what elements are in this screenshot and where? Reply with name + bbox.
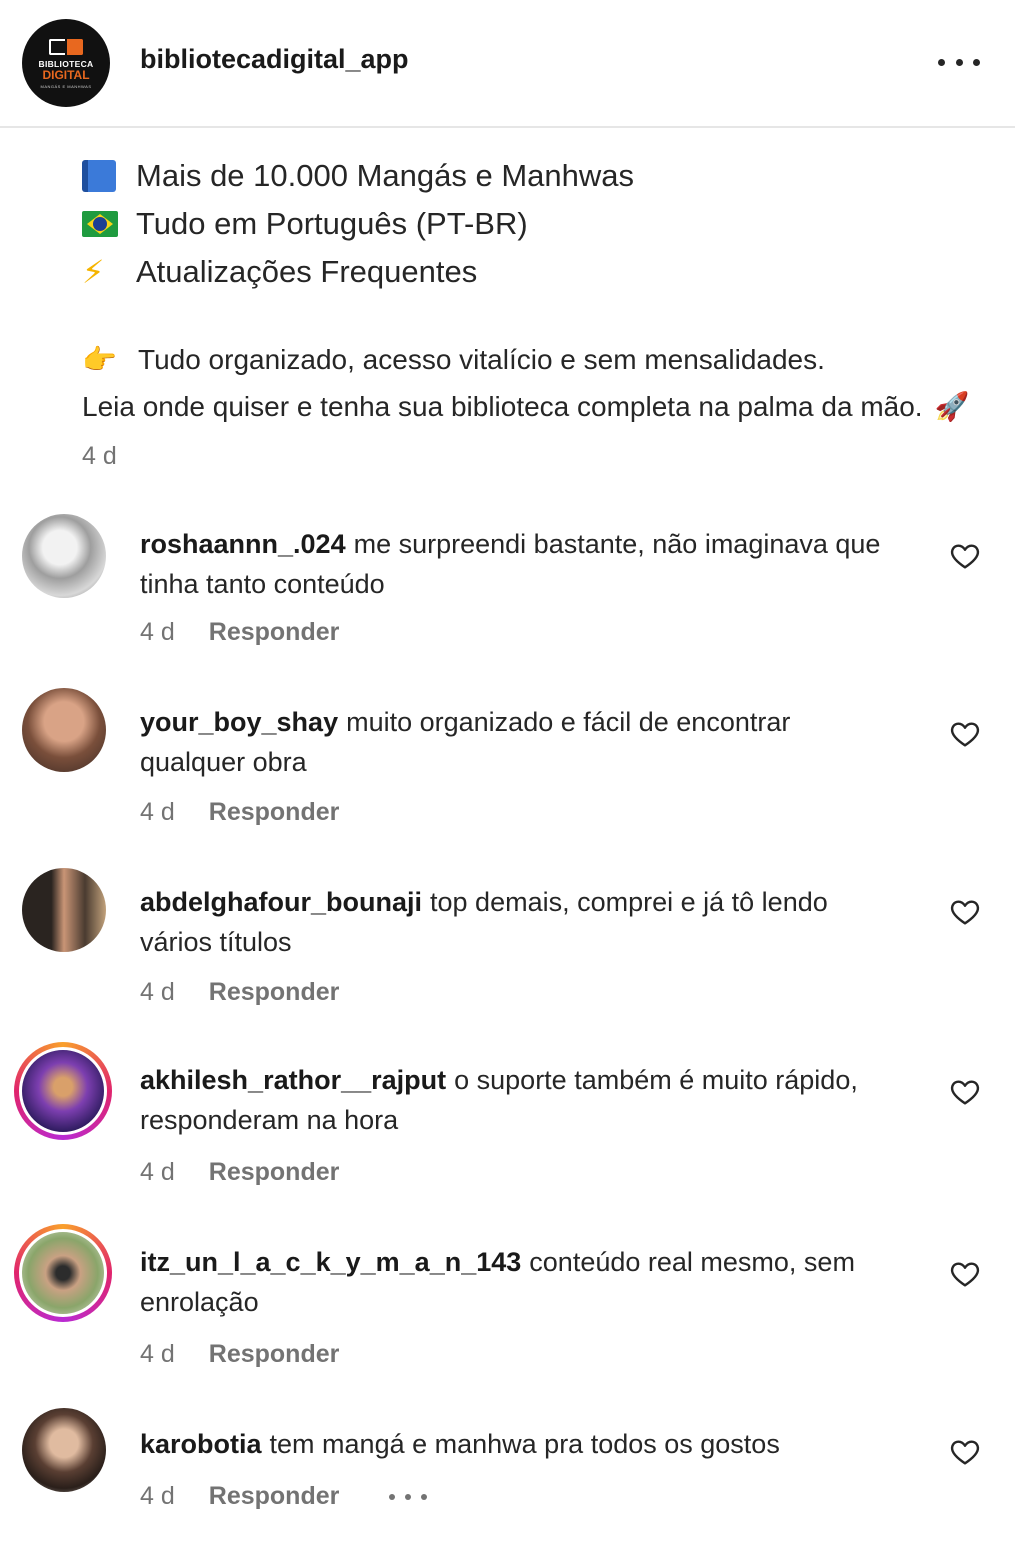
caption-text: Atualizações Frequentes	[136, 254, 478, 289]
commenter-avatar[interactable]	[22, 868, 106, 952]
comment-timestamp: 4 d	[140, 618, 175, 646]
comment-meta: 4 d Responder	[140, 798, 339, 827]
heart-outline-icon[interactable]	[948, 540, 982, 572]
commenter-avatar[interactable]	[22, 514, 106, 598]
commenter-avatar	[19, 1047, 107, 1135]
commenter-avatar[interactable]	[22, 1408, 106, 1492]
comment-timestamp: 4 d	[140, 1340, 175, 1368]
comment-body: itz_un_l_a_c_k_y_m_a_n_143 conteúdo real …	[140, 1242, 900, 1322]
caption-paragraph-text: Leia onde quiser e tenha sua biblioteca …	[82, 390, 923, 422]
caption-paragraph-line: 👉 Tudo organizado, acesso vitalício e se…	[82, 336, 969, 383]
comment-body: your_boy_shay muito organizado e fácil de…	[140, 702, 900, 782]
comment-meta: 4 d Responder	[140, 1158, 339, 1187]
caption-paragraph-text: Tudo organizado, acesso vitalício e sem …	[138, 343, 825, 375]
comment-username[interactable]: itz_un_l_a_c_k_y_m_a_n_143	[140, 1247, 521, 1277]
profile-avatar-logo[interactable]: BIBLIOTECA DIGITAL MANGÁS E MANHWAS	[22, 19, 110, 107]
comment-username[interactable]: akhilesh_rathor__rajput	[140, 1065, 446, 1095]
open-book-icon	[49, 37, 83, 57]
rocket-icon: 🚀	[934, 391, 970, 422]
commenter-avatar[interactable]	[22, 688, 106, 772]
commenter-avatar-story-ring[interactable]	[14, 1224, 112, 1322]
reply-button[interactable]: Responder	[209, 1482, 340, 1511]
brazil-flag-icon	[82, 211, 118, 237]
comment-text: tem mangá e manhwa pra todos os gostos	[269, 1429, 780, 1459]
comment-body: akhilesh_rathor__rajput o suporte também …	[140, 1060, 900, 1140]
lightning-icon: ⚡	[82, 254, 105, 290]
heart-outline-icon[interactable]	[948, 1436, 982, 1468]
caption-text: Tudo em Português (PT-BR)	[136, 206, 528, 241]
reply-button[interactable]: Responder	[209, 798, 340, 827]
heart-outline-icon[interactable]	[948, 1258, 982, 1290]
caption-list: Mais de 10.000 Mangás e Manhwas Tudo em …	[82, 152, 634, 296]
heart-outline-icon[interactable]	[948, 1076, 982, 1108]
logo-line3: MANGÁS E MANHWAS	[40, 84, 92, 89]
caption-line: ⚡ Atualizações Frequentes	[82, 248, 634, 296]
comment-meta: 4 d Responder	[140, 978, 339, 1007]
comment-meta: 4 d Responder	[140, 1482, 428, 1511]
comment-meta: 4 d Responder	[140, 1340, 339, 1369]
caption-paragraph: 👉 Tudo organizado, acesso vitalício e se…	[82, 336, 969, 430]
comment-timestamp: 4 d	[140, 978, 175, 1006]
header-username[interactable]: bibliotecadigital_app	[140, 44, 409, 75]
logo-line2: DIGITAL	[42, 68, 90, 82]
comment-body: roshaannn_.024 me surpreendi bastante, nã…	[140, 524, 900, 604]
comment-body: karobotia tem mangá e manhwa pra todos os…	[140, 1424, 900, 1464]
comment-body: abdelghafour_bounaji top demais, comprei …	[140, 882, 900, 962]
caption-line: Tudo em Português (PT-BR)	[82, 200, 634, 248]
pointing-hand-icon: 👉	[82, 344, 117, 375]
post-header: BIBLIOTECA DIGITAL MANGÁS E MANHWAS bibl…	[0, 0, 1015, 128]
reply-button[interactable]: Responder	[209, 1340, 340, 1369]
comment-username[interactable]: your_boy_shay	[140, 707, 338, 737]
heart-outline-icon[interactable]	[948, 718, 982, 750]
caption-timestamp: 4 d	[82, 442, 117, 470]
comment-username[interactable]: abdelghafour_bounaji	[140, 887, 422, 917]
caption-text: Mais de 10.000 Mangás e Manhwas	[136, 158, 635, 193]
blue-book-icon	[82, 160, 116, 192]
caption-paragraph-line: Leia onde quiser e tenha sua biblioteca …	[82, 383, 969, 430]
comment-timestamp: 4 d	[140, 1158, 175, 1186]
comment-username[interactable]: karobotia	[140, 1429, 262, 1459]
comment-timestamp: 4 d	[140, 798, 175, 826]
comment-timestamp: 4 d	[140, 1482, 175, 1510]
comment-options-icon[interactable]	[389, 1493, 428, 1500]
more-options-icon[interactable]	[938, 50, 980, 74]
heart-outline-icon[interactable]	[948, 896, 982, 928]
reply-button[interactable]: Responder	[209, 978, 340, 1007]
comment-meta: 4 d Responder	[140, 618, 339, 647]
commenter-avatar-story-ring[interactable]	[14, 1042, 112, 1140]
commenter-avatar	[19, 1229, 107, 1317]
caption-line: Mais de 10.000 Mangás e Manhwas	[82, 152, 634, 200]
comment-username[interactable]: roshaannn_.024	[140, 529, 346, 559]
reply-button[interactable]: Responder	[209, 1158, 340, 1187]
reply-button[interactable]: Responder	[209, 618, 340, 647]
